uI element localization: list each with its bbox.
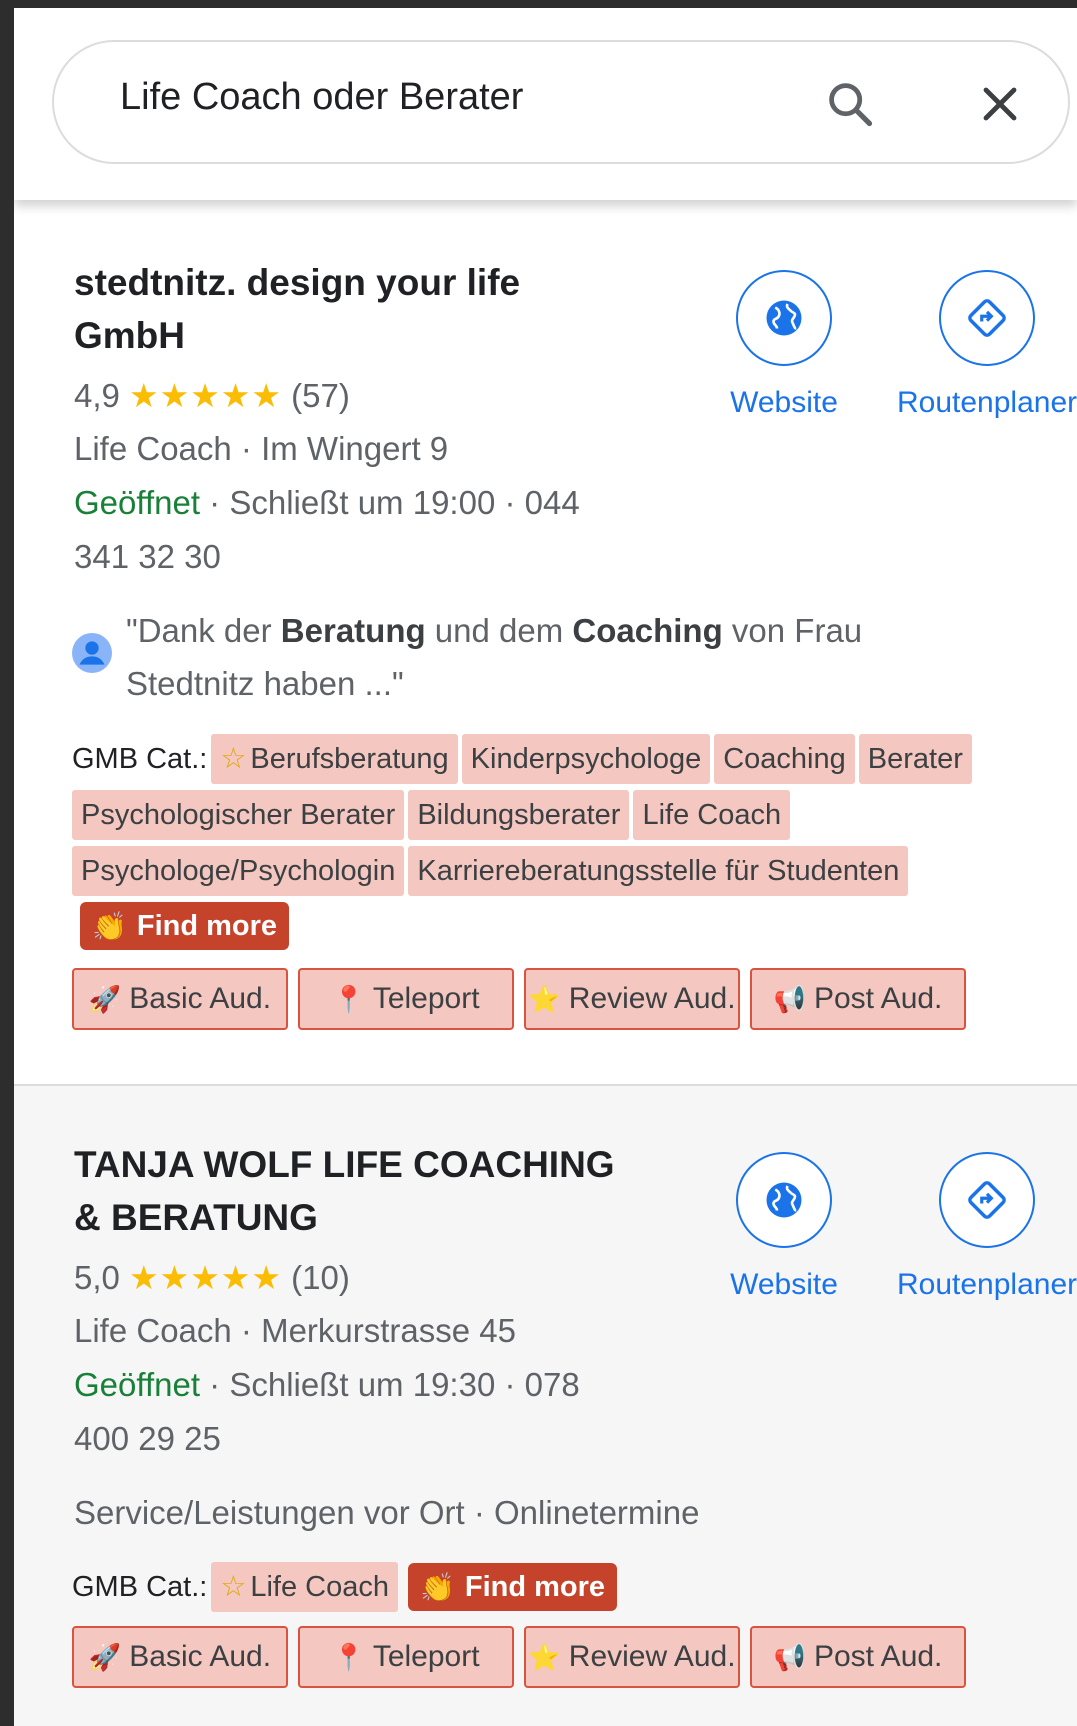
- category-chip: Berater: [858, 734, 972, 784]
- star-icon: ☆: [220, 743, 247, 775]
- directions-button[interactable]: Routenplaner: [897, 270, 1077, 420]
- audit-buttons: 🚀 Basic Aud. 📍 Teleport ⭐ Review Aud. 📢 Post…: [72, 968, 976, 1030]
- service-options: Service/Leistungen vor Ort · Onlinetermi…: [74, 1494, 700, 1531]
- category-chip: Life Coach: [633, 790, 791, 840]
- map-pin-icon: 📍: [332, 983, 365, 1014]
- phone-number: 400 29 25: [74, 1420, 221, 1457]
- category-address: Life Coach · Im Wingert 9: [74, 430, 449, 467]
- basic-audit-button[interactable]: 🚀 Basic Aud.: [72, 1626, 288, 1688]
- search-icon[interactable]: [824, 78, 876, 130]
- close-icon[interactable]: [976, 80, 1024, 128]
- find-more-button[interactable]: 👏 Find more: [80, 902, 290, 950]
- rating-line: 5,0 ★★★★★ (10): [74, 1258, 350, 1297]
- rating-value: 5,0: [74, 1259, 120, 1296]
- star-rating-icon: ★★★★★: [129, 377, 282, 414]
- category-chip: Coaching: [714, 734, 855, 784]
- teleport-button[interactable]: 📍 Teleport: [298, 968, 514, 1030]
- directions-label[interactable]: Routenplaner: [897, 386, 1077, 420]
- post-audit-button[interactable]: 📢 Post Aud.: [750, 1626, 966, 1688]
- directions-icon[interactable]: [939, 270, 1035, 366]
- result-card[interactable]: TANJA WOLF LIFE COACHING & BERATUNG 5,0 …: [14, 1084, 1077, 1726]
- category-chip: Bildungsberater: [408, 790, 630, 840]
- directions-icon[interactable]: [939, 1152, 1035, 1248]
- clapping-hands-icon: 👏: [420, 1571, 455, 1603]
- megaphone-icon: 📢: [773, 1641, 806, 1672]
- category-chip: Karriereberatungsstelle für Studenten: [408, 846, 909, 896]
- review-audit-button[interactable]: ⭐ Review Aud.: [524, 1626, 740, 1688]
- basic-audit-button[interactable]: 🚀 Basic Aud.: [72, 968, 288, 1030]
- hours-line: Geöffnet · Schließt um 19:30 · 078: [74, 1366, 580, 1404]
- review-count[interactable]: (10): [291, 1259, 350, 1296]
- star-icon: ⭐: [528, 1641, 561, 1672]
- category-chip: Psychologe/Psychologin: [72, 846, 405, 896]
- maps-results-panel: Life Coach oder Berater stedtnitz. desig…: [14, 8, 1077, 1726]
- review-audit-button[interactable]: ⭐ Review Aud.: [524, 968, 740, 1030]
- review-snippet: "Dank der Beratung und dem Coaching von …: [126, 612, 863, 702]
- hours-line: Geöffnet · Schließt um 19:00 · 044: [74, 484, 580, 522]
- star-rating-icon: ★★★★★: [129, 1259, 282, 1296]
- star-icon: ⭐: [528, 983, 561, 1014]
- business-title[interactable]: TANJA WOLF LIFE COACHING & BERATUNG: [74, 1138, 634, 1244]
- website-label[interactable]: Website: [694, 1268, 874, 1302]
- hours-phone: · Schließt um 19:30 · 078: [200, 1366, 580, 1403]
- category-address: Life Coach · Merkurstrasse 45: [74, 1312, 517, 1349]
- rocket-icon: 🚀: [88, 983, 122, 1014]
- star-icon: ☆: [220, 1571, 247, 1603]
- open-status: Geöffnet: [74, 484, 200, 521]
- category-chip-primary: ☆ Life Coach: [211, 1562, 399, 1612]
- rating-line: 4,9 ★★★★★ (57): [74, 376, 350, 415]
- globe-icon[interactable]: [736, 270, 832, 366]
- audit-buttons: 🚀 Basic Aud. 📍 Teleport ⭐ Review Aud. 📢 Post…: [72, 1626, 976, 1688]
- review-count[interactable]: (57): [291, 377, 350, 414]
- search-box[interactable]: Life Coach oder Berater: [52, 40, 1070, 164]
- teleport-button[interactable]: 📍 Teleport: [298, 1626, 514, 1688]
- category-chip-primary: ☆ Berufsberatung: [211, 734, 458, 784]
- category-chip: Kinderpsychologe: [461, 734, 711, 784]
- phone-number: 341 32 30: [74, 538, 221, 575]
- map-pin-icon: 📍: [332, 1641, 365, 1672]
- gmb-prefix: GMB Cat.:: [72, 1570, 208, 1603]
- website-button[interactable]: Website: [694, 1152, 874, 1302]
- business-title[interactable]: stedtnitz. design your life GmbH: [74, 256, 634, 362]
- directions-button[interactable]: Routenplaner: [897, 1152, 1077, 1302]
- search-header: Life Coach oder Berater: [14, 8, 1077, 200]
- search-input[interactable]: Life Coach oder Berater: [120, 76, 523, 119]
- category-chip: Psychologischer Berater: [72, 790, 405, 840]
- website-label[interactable]: Website: [694, 386, 874, 420]
- clapping-hands-icon: 👏: [92, 910, 127, 942]
- website-button[interactable]: Website: [694, 270, 874, 420]
- rating-value: 4,9: [74, 377, 120, 414]
- globe-icon[interactable]: [736, 1152, 832, 1248]
- result-card[interactable]: stedtnitz. design your life GmbH 4,9 ★★★…: [14, 208, 1077, 1078]
- open-status: Geöffnet: [74, 1366, 200, 1403]
- hours-phone: · Schließt um 19:00 · 044: [200, 484, 580, 521]
- rocket-icon: 🚀: [88, 1641, 122, 1672]
- gmb-prefix: GMB Cat.:: [72, 742, 208, 775]
- user-avatar-icon: [72, 633, 112, 673]
- megaphone-icon: 📢: [773, 983, 806, 1014]
- post-audit-button[interactable]: 📢 Post Aud.: [750, 968, 966, 1030]
- find-more-button[interactable]: 👏 Find more: [408, 1563, 618, 1611]
- directions-label[interactable]: Routenplaner: [897, 1268, 1077, 1302]
